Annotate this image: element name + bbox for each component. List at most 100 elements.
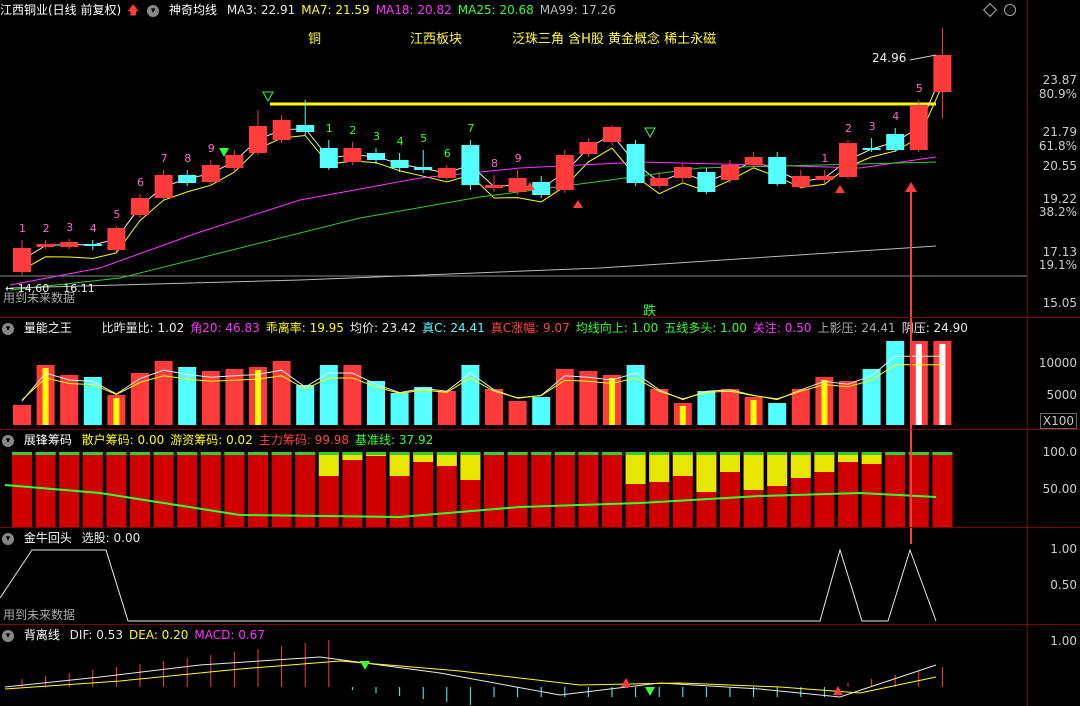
candle-body bbox=[319, 148, 338, 168]
wave-label: 5 bbox=[420, 132, 427, 145]
price-axis: 23.87 80.9% 21.79 61.8% 20.55 19.22 38.2… bbox=[1027, 0, 1080, 317]
chip-cap bbox=[743, 452, 764, 455]
chip-retail bbox=[649, 452, 670, 482]
volume-bar bbox=[461, 365, 480, 425]
chip-cap bbox=[625, 452, 646, 455]
chip-cap bbox=[767, 452, 788, 455]
price-panel[interactable]: 江西铜业(日线 前复权) 🡅 ▾ 神奇均线 MA3: 22.91 MA7: 21.… bbox=[0, 0, 1080, 317]
chip-cap bbox=[35, 452, 56, 455]
axis-label: 5000 bbox=[1046, 388, 1077, 402]
signal-arrow-icon bbox=[905, 182, 917, 192]
axis-label: 20.55 bbox=[1042, 159, 1077, 173]
volume-bar bbox=[579, 371, 598, 425]
ma99-line bbox=[9, 245, 937, 289]
candle-body bbox=[201, 165, 220, 182]
volume-bar bbox=[485, 389, 503, 425]
high-price-label: 24.96 bbox=[872, 51, 907, 65]
wave-label: 6 bbox=[137, 176, 144, 189]
candle-body bbox=[555, 155, 574, 190]
chip-bar bbox=[106, 452, 127, 527]
macd-panel[interactable]: ▾ 背离线 DIF: 0.53 DEA: 0.20 MACD: 0.67 1.00 bbox=[0, 625, 1080, 706]
chip-cap bbox=[720, 452, 740, 455]
candle-body bbox=[485, 185, 503, 188]
macd-chart[interactable] bbox=[0, 625, 1027, 706]
die-label: 跌 bbox=[643, 304, 657, 317]
volume-bar bbox=[768, 403, 787, 425]
candle-body bbox=[933, 55, 952, 92]
sell-arrow-icon bbox=[645, 687, 655, 696]
wave-label: 2 bbox=[349, 124, 356, 137]
candle-body bbox=[768, 157, 787, 184]
axis-label: 61.8% bbox=[1038, 139, 1077, 153]
wave-label: 2 bbox=[845, 122, 852, 135]
wave-label: 5 bbox=[113, 208, 120, 221]
wave-label: 9 bbox=[515, 152, 522, 165]
chip-cap bbox=[366, 452, 386, 455]
chip-cap bbox=[531, 452, 552, 455]
wave-label: 7 bbox=[467, 122, 474, 135]
bull-panel[interactable]: ▾ 金牛回头 选股: 0.00 1.00 0.50 用到未来数据 bbox=[0, 528, 1080, 624]
volume-bar bbox=[343, 365, 362, 425]
candle-body bbox=[367, 153, 385, 160]
candle-body bbox=[909, 105, 928, 150]
chip-bar bbox=[531, 452, 552, 527]
chip-cap bbox=[814, 452, 835, 455]
candle-body bbox=[791, 176, 810, 187]
axis-label: 100.0 bbox=[1042, 445, 1077, 459]
axis-label: 17.13 bbox=[1042, 245, 1077, 259]
wave-label: 1 bbox=[326, 122, 333, 135]
buy-arrow-icon bbox=[573, 200, 583, 208]
chip-cap bbox=[790, 452, 811, 455]
volume-bar bbox=[437, 391, 456, 425]
wave-label: 3 bbox=[66, 221, 73, 234]
chip-bar bbox=[153, 452, 174, 527]
chip-cap bbox=[389, 452, 410, 455]
chip-bar bbox=[578, 452, 599, 527]
wave-label: 3 bbox=[373, 130, 380, 143]
sell-arrow-icon bbox=[360, 661, 370, 670]
candlestick-chart[interactable]: 1 2 3 4 5 6 7 8 9 1 2 3 4 5 6 7 8 9 1 2 3 4 5 bbox=[0, 0, 1027, 317]
chip-retail bbox=[696, 452, 717, 492]
bull-signal-line bbox=[0, 548, 937, 622]
chip-bar bbox=[484, 452, 504, 527]
chip-retail bbox=[460, 452, 481, 480]
volume-bar bbox=[296, 385, 315, 425]
chip-bar bbox=[82, 452, 103, 527]
candle-body bbox=[508, 178, 527, 192]
wave-label: 2 bbox=[43, 222, 50, 235]
chip-cap bbox=[295, 452, 316, 455]
chip-cap bbox=[578, 452, 599, 455]
chips-panel[interactable]: ▾ 展锋筹码 散户筹码: 0.00 游资筹码: 0.02 主力筹码: 99.98 基准… bbox=[0, 430, 1080, 527]
chip-bar bbox=[177, 452, 198, 527]
chip-retail bbox=[389, 452, 410, 476]
axis-label: 0.50 bbox=[1050, 578, 1077, 592]
volume-core bbox=[609, 378, 615, 425]
chip-cap bbox=[224, 452, 245, 455]
volume-chart[interactable] bbox=[0, 318, 1027, 429]
chip-retail bbox=[767, 452, 788, 486]
chip-bar bbox=[507, 452, 528, 527]
chip-cap bbox=[602, 452, 622, 455]
volume-bar bbox=[650, 389, 669, 425]
candle-body bbox=[650, 178, 669, 186]
wave-label: 8 bbox=[184, 152, 191, 165]
chip-retail bbox=[625, 452, 646, 484]
chips-chart[interactable] bbox=[0, 430, 1027, 527]
chip-cap bbox=[696, 452, 717, 455]
axis-label: 38.2% bbox=[1038, 205, 1077, 219]
chip-cap bbox=[342, 452, 363, 455]
chip-cap bbox=[106, 452, 127, 455]
bull-chart[interactable] bbox=[0, 528, 1027, 624]
volume-panel[interactable]: ▾ 量能之王 比昨量比: 1.02 角20: 46.83 乖离率: 19.95 均价:… bbox=[0, 318, 1080, 429]
axis-label: 23.87 bbox=[1042, 73, 1077, 87]
chip-bar bbox=[12, 452, 32, 527]
candle-body bbox=[60, 242, 79, 247]
future-data-watermark: 用到未来数据 bbox=[3, 608, 76, 622]
candle-body bbox=[815, 176, 834, 180]
chip-retail bbox=[790, 452, 811, 478]
candle-body bbox=[744, 157, 763, 165]
volume-core bbox=[821, 380, 828, 425]
volume-bar bbox=[414, 387, 433, 425]
candle-body bbox=[626, 144, 645, 183]
candle-body bbox=[131, 198, 149, 215]
